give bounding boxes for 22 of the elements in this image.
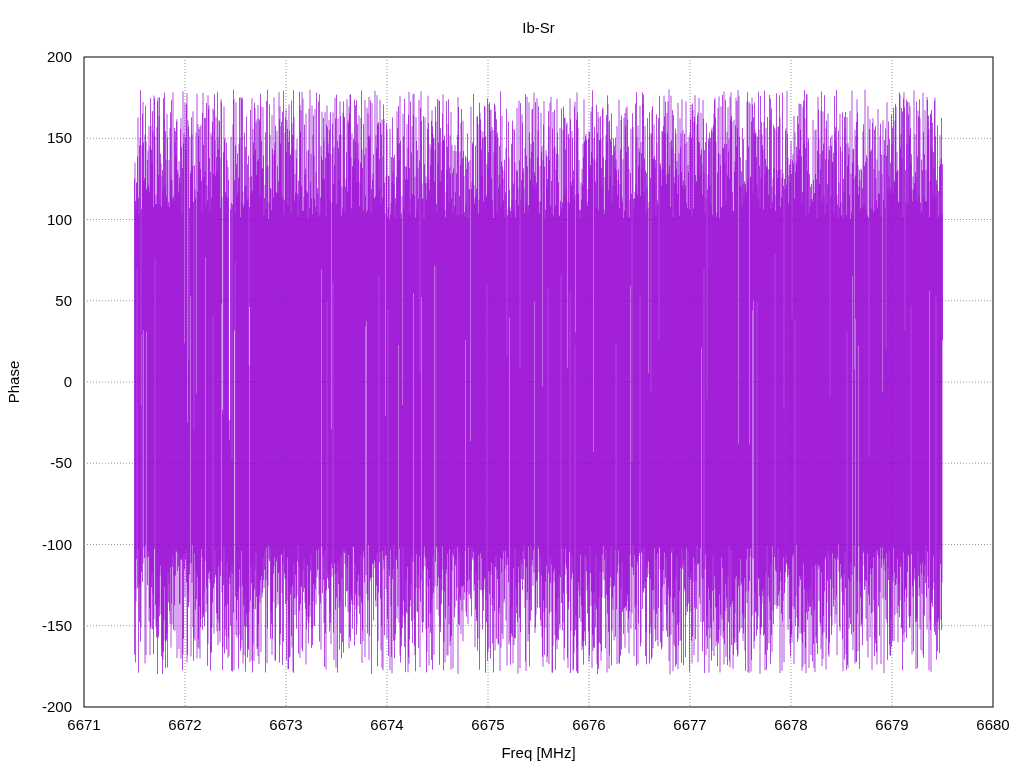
tick-label: 6680: [976, 716, 1010, 733]
tick-label: -100: [41, 535, 72, 553]
tick-label: 6674: [370, 716, 404, 733]
tick-label: 6672: [168, 716, 202, 733]
tick-label: 6673: [269, 716, 303, 733]
tick-label: -150: [41, 616, 72, 634]
tick-label: 100: [46, 210, 72, 228]
tick-label: 6671: [67, 716, 101, 733]
axis-label: Phase: [5, 360, 22, 404]
tick-label: 0: [63, 373, 72, 390]
tick-label: 6679: [875, 716, 909, 733]
tick-label: 6677: [673, 716, 707, 733]
tick-label: 50: [55, 291, 72, 309]
tick-label: 6678: [774, 716, 808, 733]
tick-label: 150: [46, 129, 72, 147]
tick-label: -50: [50, 454, 72, 472]
tick-label: 200: [46, 48, 72, 65]
tick-label: 6675: [471, 716, 505, 733]
axis-label: Freq [MHz]: [501, 744, 576, 761]
chart-title: Ib-Sr: [522, 19, 555, 36]
tick-label: 6676: [572, 716, 606, 733]
tick-label: -200: [41, 698, 72, 715]
